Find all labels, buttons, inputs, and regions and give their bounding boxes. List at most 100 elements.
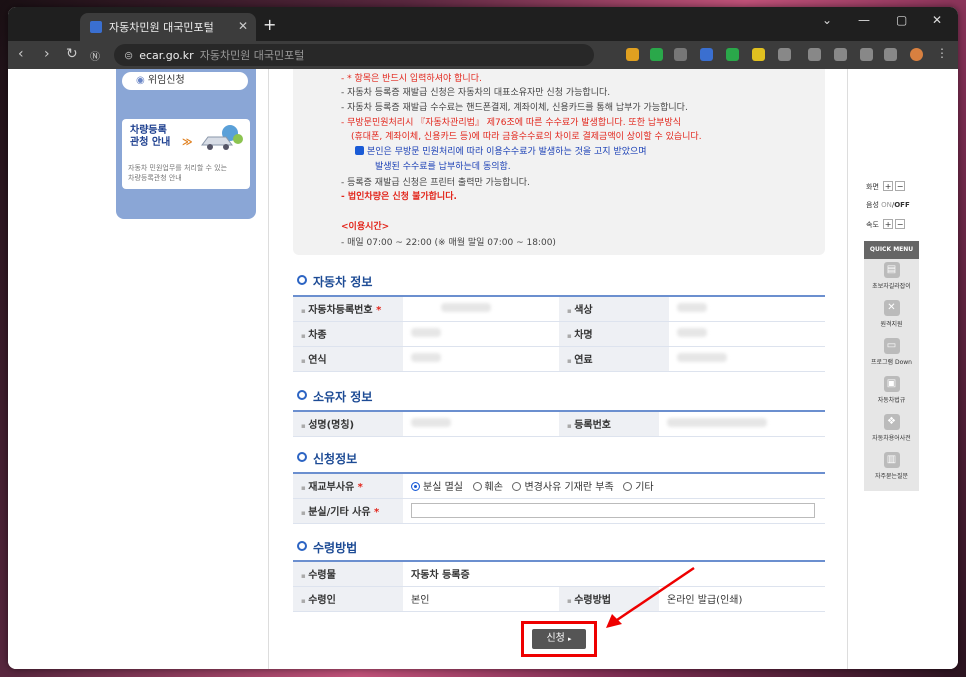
notice-line: - 등록증 재발급 신청은 프린터 출력만 가능합니다. (341, 178, 530, 188)
sound-on-toggle[interactable]: ON (881, 201, 892, 209)
new-tab-button[interactable]: + (263, 15, 276, 34)
red-arrow-annotation (606, 566, 695, 628)
sound-control: 음성 ON/OFF (866, 201, 910, 209)
bullet-icon: ◉ (136, 75, 148, 86)
owner-name-label: 성명(명칭) (293, 411, 403, 437)
color-value (669, 296, 825, 322)
quick-item-car-dictionary[interactable]: ❖ 자동차용어사전 (864, 411, 919, 449)
zoom-out-button[interactable]: − (895, 181, 906, 191)
speed-up-button[interactable]: + (883, 219, 894, 229)
reg-no-value (403, 296, 559, 322)
owner-info-table: 성명(명칭) 등록번호 (293, 410, 825, 437)
minimize-icon[interactable]: — (858, 13, 870, 27)
close-window-icon[interactable]: ✕ (932, 13, 942, 27)
owner-info-title: 소유자 정보 (297, 388, 372, 405)
reason-options: 분실 멸실 훼손 변경사유 기재란 부족 기타 (403, 473, 825, 499)
close-tab-icon[interactable]: ✕ (238, 19, 248, 33)
url-bar[interactable]: ⊜ ecar.go.kr 자동차민원 대국민포털 (114, 44, 594, 66)
web-page: ◉ 위임신청 차량등록 관청 안내 ≫ 자동차 민원업무를 처리할 수 있는 차… (8, 69, 958, 669)
site-info-icon[interactable]: ⊜ (124, 49, 133, 62)
profile-avatar[interactable] (910, 48, 923, 61)
arrow-right-icon: ▸ (568, 635, 572, 643)
receive-method-table: 수령물 자동차 등록증 수령인 본인 수령방법 온라인 발급(인쇄) (293, 560, 825, 612)
consent-text: 본인은 무방문 민원처리에 따라 이용수수료가 발생하는 것을 고지 받았으며 (367, 147, 647, 157)
guide-icon: ▤ (883, 262, 900, 278)
reload-icon[interactable]: ↻ (66, 46, 78, 62)
radio-icon[interactable] (623, 482, 633, 492)
notice-line-fee-detail: (휴대폰, 계좌이체, 신용카드 등)에 따라 금융수수료의 차이로 결제금액이… (351, 132, 702, 142)
sidebar-toggle-icon[interactable] (884, 48, 897, 61)
fee-consent-checkbox[interactable]: 본인은 무방문 민원처리에 따라 이용수수료가 발생하는 것을 고지 받았으며 (355, 144, 647, 157)
extension-download-icon[interactable] (752, 48, 765, 61)
quick-menu: QUICK MENU ▤ 초보자길라잡이 ✕ 원격지원 ▭ 프로그램 Down ▣ 자동… (864, 241, 919, 491)
extensions-puzzle-icon[interactable] (778, 48, 791, 61)
notice-box: - * 항목은 반드시 입력하셔야 합니다. - 자동차 등록증 재발급 신청은… (293, 69, 825, 255)
fuel-label: 연료 (559, 346, 669, 372)
radio-icon[interactable] (472, 482, 482, 492)
quick-item-faq[interactable]: ▥ 자주묻는질문 (864, 449, 919, 487)
back-icon[interactable]: ‹ (18, 46, 24, 62)
year-value (403, 346, 559, 372)
quick-item-beginner-guide[interactable]: ▤ 초보자길라잡이 (864, 259, 919, 297)
site-favicon-icon (90, 21, 102, 33)
sound-off-toggle[interactable]: OFF (894, 201, 910, 209)
other-reason-label: 분실/기타 사유 * (293, 498, 403, 524)
double-arrow-icon: ≫ (182, 137, 193, 148)
zoom-in-button[interactable]: + (883, 181, 894, 191)
screenshot-icon[interactable] (860, 48, 873, 61)
consent-text-2: 발생된 수수료를 납부하는데 동의함. (375, 162, 511, 172)
main-content: - * 항목은 반드시 입력하셔야 합니다. - 자동차 등록증 재발급 신청은… (268, 69, 848, 669)
year-label: 연식 (293, 346, 403, 372)
car-reg-title-text: 차량등록 관청 안내 (130, 125, 171, 148)
screen-size-control: 화면 + − (866, 181, 906, 191)
quick-item-remote-support[interactable]: ✕ 원격지원 (864, 297, 919, 335)
extension-slash-icon[interactable] (674, 48, 687, 61)
quick-item-car-law[interactable]: ▣ 자동차법규 (864, 373, 919, 411)
quick-menu-title: QUICK MENU (864, 241, 919, 259)
receiver-label: 수령인 (293, 586, 403, 612)
notice-line: - 자동차 등록증 재발급 신청은 자동차의 대표소유자만 신청 가능합니다. (341, 88, 611, 98)
notice-line-required: - * 항목은 반드시 입력하셔야 합니다. (341, 74, 482, 84)
car-icon: ▣ (883, 376, 900, 392)
extension-sheet-icon[interactable] (726, 48, 739, 61)
speed-down-button[interactable]: − (895, 219, 906, 229)
reason-radio-damaged[interactable]: 훼손 (472, 482, 503, 493)
owner-reg-no-value (659, 411, 825, 437)
apply-info-title: 신청정보 (297, 450, 357, 467)
tools-icon: ✕ (883, 300, 900, 316)
radio-icon[interactable] (512, 482, 522, 492)
reason-radio-change[interactable]: 변경사유 기재란 부족 (512, 482, 614, 493)
other-reason-input[interactable] (411, 503, 815, 518)
checkbox-checked-icon[interactable] (355, 146, 364, 155)
car-name-label: 차명 (559, 321, 669, 347)
quick-item-program-download[interactable]: ▭ 프로그램 Down (864, 335, 919, 373)
reason-label: 재교부사유 * (293, 473, 403, 499)
reason-radio-lost[interactable]: 분실 멸실 (411, 482, 463, 493)
vehicle-info-title: 자동차 정보 (297, 273, 372, 290)
forward-icon[interactable]: › (44, 46, 50, 62)
tab-title: 자동차민원 대국민포털 (109, 21, 214, 34)
extension-check-icon[interactable] (626, 48, 639, 61)
active-tab[interactable]: 자동차민원 대국민포털 ✕ (80, 13, 256, 41)
hours-title: <이용시간> (341, 222, 390, 232)
faq-icon: ▥ (883, 452, 900, 468)
car-reg-office-guide[interactable]: 차량등록 관청 안내 ≫ 자동차 민원업무를 처리할 수 있는 차량등록관청 안… (122, 119, 250, 189)
naver-icon[interactable]: Ⓝ (90, 48, 100, 63)
menu-icon[interactable]: ⋮ (936, 46, 948, 60)
proxy-apply-button[interactable]: ◉ 위임신청 (122, 72, 248, 90)
extension-shield-icon[interactable] (650, 48, 663, 61)
receiver-value: 본인 (403, 586, 559, 612)
notice-line-fee: - 무방문민원처리시 『자동차관리법』 제76조에 따른 수수료가 발생합니다.… (341, 118, 681, 128)
vehicle-info-table: 자동차등록번호 * 색상 차종 차명 연식 연료 (293, 295, 825, 372)
downloads-icon[interactable] (808, 48, 821, 61)
reason-radio-other[interactable]: 기타 (623, 482, 654, 493)
url-text: ecar.go.kr (139, 48, 194, 62)
extension-translate-icon[interactable] (700, 48, 713, 61)
media-icon[interactable] (834, 48, 847, 61)
radio-selected-icon[interactable] (411, 482, 420, 492)
dictionary-icon: ❖ (883, 414, 900, 430)
apply-info-table: 재교부사유 * 분실 멸실 훼손 변경사유 기재란 부족 기타 분실/기타 사유… (293, 472, 825, 524)
maximize-icon[interactable]: ▢ (896, 13, 907, 27)
tab-search-icon[interactable]: ⌄ (822, 13, 832, 27)
apply-button[interactable]: 신청 ▸ (532, 629, 586, 649)
